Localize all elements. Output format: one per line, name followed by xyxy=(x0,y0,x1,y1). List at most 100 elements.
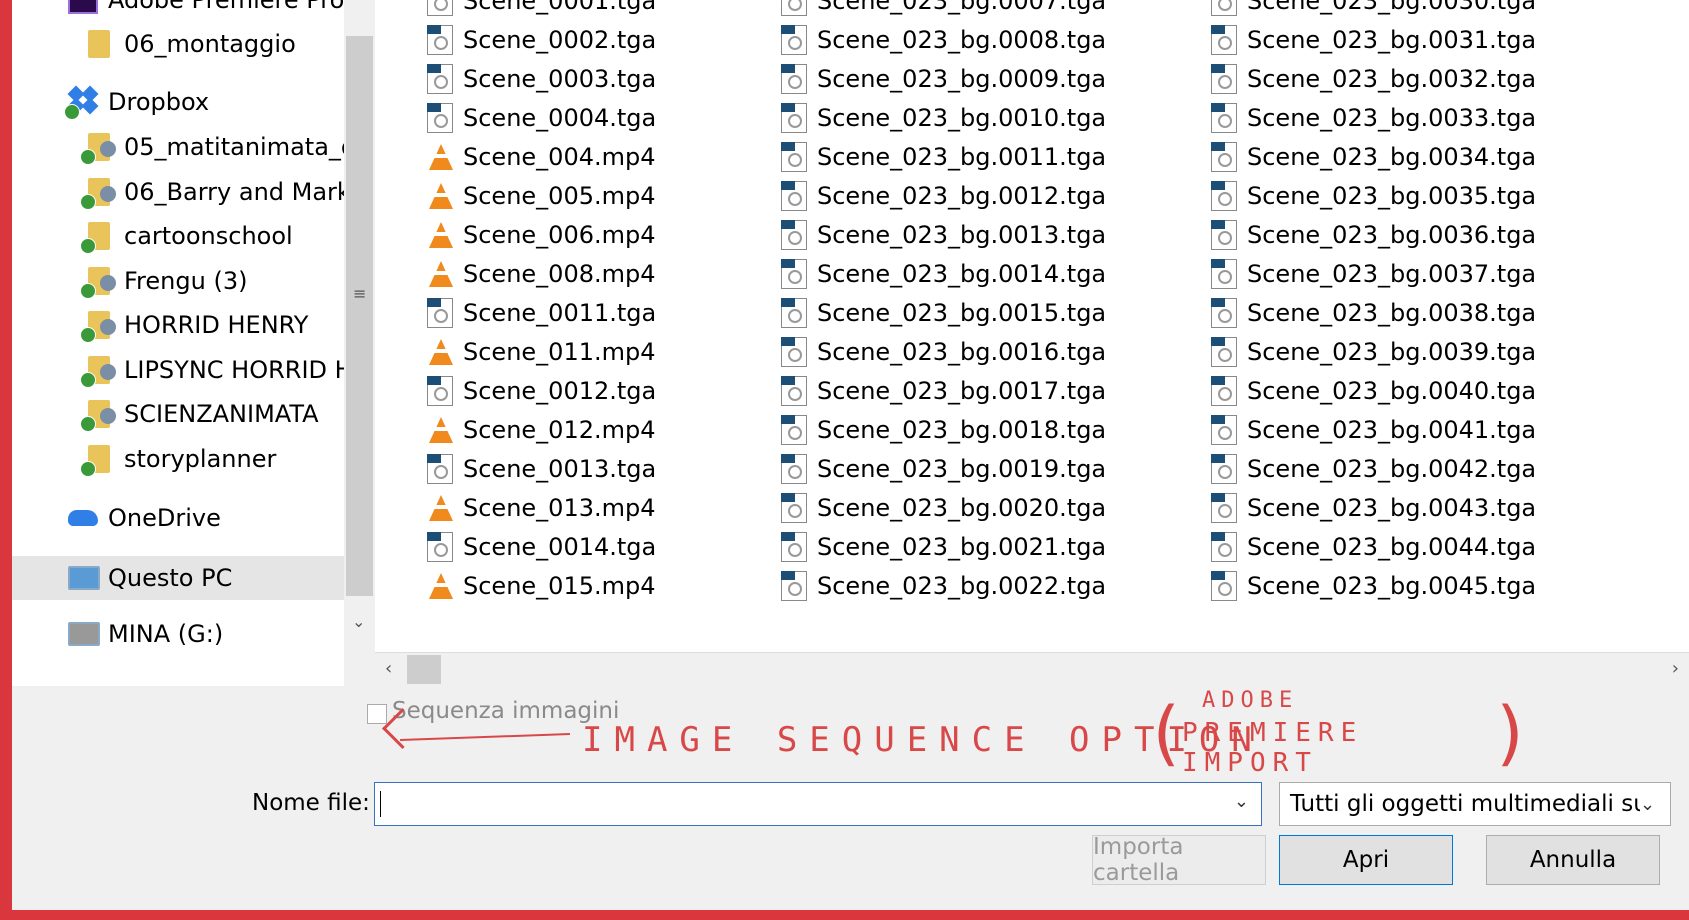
tga-image-icon xyxy=(1209,258,1239,289)
tga-image-icon xyxy=(779,180,809,211)
file-item[interactable]: Scene_023_bg.0035.tga xyxy=(1209,176,1536,215)
file-item[interactable]: Scene_023_bg.0030.tga xyxy=(1209,0,1536,20)
file-item[interactable]: Scene_023_bg.0032.tga xyxy=(1209,59,1536,98)
import-folder-button[interactable]: Importa cartella xyxy=(1092,834,1266,886)
file-item[interactable]: Scene_023_bg.0040.tga xyxy=(1209,371,1536,410)
nav-item[interactable]: LIPSYNC HORRID HENRY xyxy=(12,348,344,392)
file-item[interactable]: Scene_005.mp4 xyxy=(425,176,656,215)
nav-item[interactable]: cartoonschool xyxy=(12,214,344,258)
nav-item[interactable]: Frengu (3) xyxy=(12,259,344,303)
file-item[interactable]: Scene_023_bg.0033.tga xyxy=(1209,98,1536,137)
file-item[interactable]: Scene_023_bg.0012.tga xyxy=(779,176,1106,215)
file-item[interactable]: Scene_023_bg.0015.tga xyxy=(779,293,1106,332)
nav-item[interactable]: 05_matitanimata_delivery xyxy=(12,125,344,169)
nav-item[interactable]: SCIENZANIMATA xyxy=(12,392,344,436)
scroll-right-arrow-icon[interactable]: › xyxy=(1672,658,1679,679)
file-item[interactable]: Scene_023_bg.0016.tga xyxy=(779,332,1106,371)
tga-image-icon xyxy=(779,102,809,133)
file-item[interactable]: Scene_023_bg.0022.tga xyxy=(779,566,1106,605)
navigation-scrollbar[interactable]: ≡ ⌄ xyxy=(344,0,375,686)
file-item[interactable]: Scene_023_bg.0010.tga xyxy=(779,98,1106,137)
file-item[interactable]: Scene_013.mp4 xyxy=(425,488,656,527)
file-item[interactable]: Scene_023_bg.0017.tga xyxy=(779,371,1106,410)
nav-item[interactable]: 06_montaggio xyxy=(12,22,344,66)
nav-item-label: HORRID HENRY xyxy=(124,311,309,339)
file-item[interactable]: Scene_012.mp4 xyxy=(425,410,656,449)
file-item[interactable]: Scene_023_bg.0041.tga xyxy=(1209,410,1536,449)
tga-image-icon xyxy=(779,492,809,523)
file-item[interactable]: Scene_0011.tga xyxy=(425,293,656,332)
file-item[interactable]: Scene_023_bg.0044.tga xyxy=(1209,527,1536,566)
open-button[interactable]: Apri xyxy=(1279,835,1453,885)
nav-item[interactable]: Dropbox xyxy=(12,80,344,124)
file-item[interactable]: Scene_023_bg.0018.tga xyxy=(779,410,1106,449)
nav-item[interactable]: HORRID HENRY xyxy=(12,303,344,347)
file-item[interactable]: Scene_015.mp4 xyxy=(425,566,656,605)
file-item[interactable]: Scene_023_bg.0034.tga xyxy=(1209,137,1536,176)
file-item[interactable]: Scene_004.mp4 xyxy=(425,137,656,176)
file-item[interactable]: Scene_023_bg.0038.tga xyxy=(1209,293,1536,332)
tga-image-icon xyxy=(779,0,809,16)
nav-item[interactable]: OneDrive xyxy=(12,496,344,540)
nav-item[interactable]: storyplanner xyxy=(12,437,344,481)
scroll-left-arrow-icon[interactable]: ‹ xyxy=(385,658,392,679)
chevron-down-icon[interactable]: ⌄ xyxy=(1234,791,1249,812)
tga-image-icon xyxy=(779,63,809,94)
file-name: Scene_023_bg.0013.tga xyxy=(817,220,1107,249)
file-item[interactable]: Scene_0014.tga xyxy=(425,527,656,566)
file-item[interactable]: Scene_023_bg.0031.tga xyxy=(1209,20,1536,59)
handwritten-annotation: IMAGE SEQUENCE OPTION ( ADOBE PREMIERE I… xyxy=(381,680,1532,780)
file-item[interactable]: Scene_023_bg.0019.tga xyxy=(779,449,1106,488)
file-item[interactable]: Scene_023_bg.0011.tga xyxy=(779,137,1106,176)
file-item[interactable]: Scene_023_bg.0014.tga xyxy=(779,254,1106,293)
file-name: Scene_023_bg.0011.tga xyxy=(817,142,1107,171)
file-item[interactable]: Scene_023_bg.0045.tga xyxy=(1209,566,1536,605)
filename-input[interactable]: ⌄ xyxy=(374,782,1262,826)
file-name: Scene_023_bg.0042.tga xyxy=(1247,454,1537,483)
file-item[interactable]: Scene_023_bg.0020.tga xyxy=(779,488,1106,527)
file-item[interactable]: Scene_0012.tga xyxy=(425,371,656,410)
nav-item[interactable]: Questo PC xyxy=(12,556,344,600)
chevron-down-icon[interactable]: ⌄ xyxy=(1640,794,1655,815)
nav-item-label: MINA (G:) xyxy=(108,620,224,648)
nav-item[interactable]: MINA (G:) xyxy=(12,612,344,656)
file-item[interactable]: Scene_006.mp4 xyxy=(425,215,656,254)
file-name: Scene_023_bg.0033.tga xyxy=(1247,103,1537,132)
file-item[interactable]: Scene_023_bg.0008.tga xyxy=(779,20,1106,59)
file-item[interactable]: Scene_023_bg.0037.tga xyxy=(1209,254,1536,293)
file-name: Scene_023_bg.0021.tga xyxy=(817,532,1107,561)
file-item[interactable]: Scene_023_bg.0021.tga xyxy=(779,527,1106,566)
tga-image-icon xyxy=(1209,63,1239,94)
drive-icon xyxy=(68,618,100,650)
file-name: Scene_023_bg.0022.tga xyxy=(817,571,1107,600)
file-item[interactable]: Scene_0004.tga xyxy=(425,98,656,137)
tga-image-icon xyxy=(1209,570,1239,601)
file-item[interactable]: Scene_023_bg.0007.tga xyxy=(779,0,1106,20)
computer-icon xyxy=(68,562,100,594)
annotation-arrow-head xyxy=(381,707,424,750)
nav-item[interactable]: Adobe Premiere Pro CC xyxy=(12,0,344,22)
file-item[interactable]: Scene_023_bg.0042.tga xyxy=(1209,449,1536,488)
file-name: Scene_023_bg.0010.tga xyxy=(817,103,1107,132)
file-item[interactable]: Scene_023_bg.0036.tga xyxy=(1209,215,1536,254)
file-item[interactable]: Scene_023_bg.0039.tga xyxy=(1209,332,1536,371)
open-file-dialog: Adobe Premiere Pro CC 06_montaggio Dropbox… xyxy=(12,0,1689,910)
adobe-premiere-icon xyxy=(68,0,100,16)
annotation-side-bottom-text: PREMIERE IMPORT xyxy=(1182,718,1364,778)
file-item[interactable]: Scene_0013.tga xyxy=(425,449,656,488)
file-item[interactable]: Scene_0003.tga xyxy=(425,59,656,98)
tga-image-icon xyxy=(1209,24,1239,55)
file-item[interactable]: Scene_0002.tga xyxy=(425,20,656,59)
navigation-scroll-thumb[interactable] xyxy=(346,36,373,596)
file-item[interactable]: Scene_023_bg.0009.tga xyxy=(779,59,1106,98)
scroll-down-arrow-icon[interactable]: ⌄ xyxy=(352,612,365,631)
file-name: Scene_023_bg.0035.tga xyxy=(1247,181,1537,210)
filetype-select[interactable]: Tutti gli oggetti multimediali supportat… xyxy=(1279,782,1671,826)
file-item[interactable]: Scene_023_bg.0013.tga xyxy=(779,215,1106,254)
cancel-button[interactable]: Annulla xyxy=(1486,835,1660,885)
file-item[interactable]: Scene_011.mp4 xyxy=(425,332,656,371)
file-item[interactable]: Scene_0001.tga xyxy=(425,0,656,20)
file-item[interactable]: Scene_008.mp4 xyxy=(425,254,656,293)
file-item[interactable]: Scene_023_bg.0043.tga xyxy=(1209,488,1536,527)
nav-item[interactable]: 06_Barry and Mark xyxy=(12,170,344,214)
